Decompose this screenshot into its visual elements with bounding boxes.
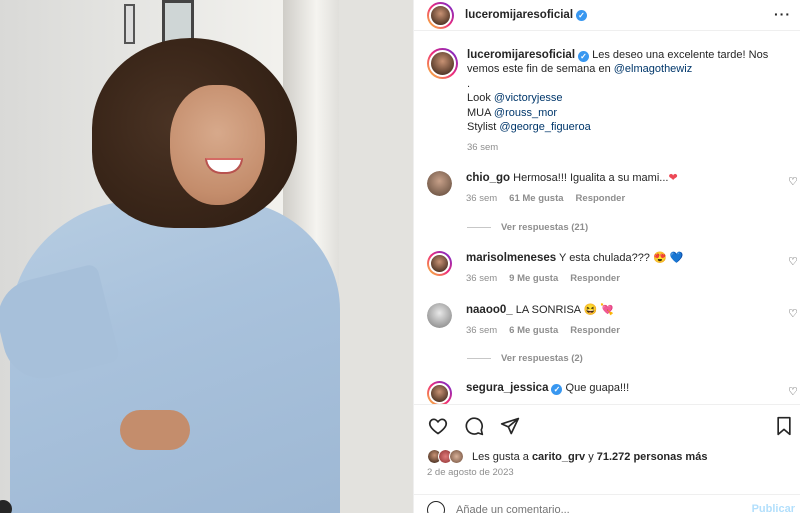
replies-divider [467, 227, 491, 228]
like-heart-icon[interactable] [427, 415, 449, 437]
mua-label: MUA [467, 106, 491, 119]
comment-time[interactable]: 36 sem [466, 192, 497, 206]
author-avatar[interactable] [427, 1, 454, 29]
like-comment-heart-icon[interactable]: ♡ [788, 309, 798, 320]
comment-bubble-icon[interactable] [463, 415, 485, 437]
share-send-icon[interactable] [499, 415, 521, 437]
comment-item: segura_jessica ✓ Que guapa!!! ♡ [427, 381, 800, 404]
look-label: Look [467, 92, 491, 105]
verified-badge-icon: ✓ [551, 384, 563, 395]
verified-badge-icon: ✓ [576, 9, 588, 21]
mua-mention[interactable]: @rouss_mor [494, 107, 557, 119]
wall-frame [124, 4, 135, 44]
look-mention[interactable]: @victoryjesse [494, 92, 563, 104]
liker-username[interactable]: carito_grv [532, 451, 585, 463]
comment-avatar[interactable] [427, 303, 452, 328]
comment-item: chio_go Hermosa!!! Igualita a su mami...… [427, 171, 800, 206]
comment-input[interactable] [456, 504, 736, 513]
comment-avatar[interactable] [427, 381, 452, 404]
stylist-mention[interactable]: @george_figueroa [499, 121, 590, 133]
view-replies-label: Ver respuestas (2) [501, 353, 583, 364]
comment-username[interactable]: marisolmeneses [466, 252, 556, 264]
post-side-panel: luceromijaresoficial ✓ ··· luceromijares… [413, 0, 800, 513]
likes-count[interactable]: 71.272 personas más [597, 451, 708, 463]
comments-list[interactable]: luceromijaresoficial ✓ Les deseo una exce… [414, 31, 800, 404]
likes-summary[interactable]: Les gusta a carito_grv y 71.272 personas… [427, 449, 707, 464]
post-photo[interactable] [0, 0, 413, 513]
post-actions: Les gusta a carito_grv y 71.272 personas… [414, 404, 800, 494]
publish-button[interactable]: Publicar [752, 503, 795, 513]
comment-text: Y esta chulada??? [559, 252, 650, 264]
comment-likes[interactable]: 9 Me gusta [509, 272, 558, 286]
emoji: 😆 💘 [583, 304, 615, 316]
reply-button[interactable]: Responder [570, 272, 620, 286]
caption-avatar[interactable] [427, 48, 458, 79]
comment-username[interactable]: segura_jessica [466, 382, 548, 394]
comment-time[interactable]: 36 sem [466, 324, 497, 338]
comment-time[interactable]: 36 sem [466, 272, 497, 286]
caption-mention[interactable]: @elmagothewiz [614, 63, 692, 75]
comment-avatar[interactable] [427, 251, 452, 276]
emoji: 😍 💙 [653, 252, 684, 264]
red-heart-emoji: ❤ [668, 172, 678, 184]
comment-username[interactable]: naaoo0_ [466, 304, 513, 316]
caption-time[interactable]: 36 sem [467, 141, 787, 155]
comment-likes[interactable]: 6 Me gusta [509, 324, 558, 338]
liker-avatars [427, 449, 464, 464]
author-username[interactable]: luceromijaresoficial [465, 9, 573, 21]
caption-username[interactable]: luceromijaresoficial [467, 49, 575, 61]
instagram-post-view: luceromijaresoficial ✓ ··· luceromijares… [0, 0, 800, 513]
comment-text: Hermosa!!! Igualita a su mami... [513, 172, 669, 184]
hand [120, 410, 190, 450]
reply-button[interactable]: Responder [576, 192, 626, 206]
like-comment-heart-icon[interactable]: ♡ [788, 387, 798, 398]
comment-item: marisolmeneses Y esta chulada??? 😍 💙 36 … [427, 251, 800, 286]
comment-text: Que guapa!!! [565, 382, 630, 394]
post-date[interactable]: 2 de agosto de 2023 [427, 467, 514, 478]
comment-avatar[interactable] [427, 171, 452, 196]
like-comment-heart-icon[interactable]: ♡ [788, 257, 798, 268]
more-options-icon[interactable]: ··· [774, 6, 791, 22]
comment-username[interactable]: chio_go [466, 172, 510, 184]
view-replies-button[interactable]: Ver respuestas (2) [467, 353, 583, 364]
stylist-label: Stylist [467, 121, 497, 134]
comment-item: naaoo0_ LA SONRISA 😆 💘 36 sem 6 Me gusta… [427, 303, 800, 338]
emoji-picker-icon[interactable] [427, 501, 445, 513]
reply-button[interactable]: Responder [570, 324, 620, 338]
wall [339, 0, 413, 513]
likes-mid: y [588, 450, 594, 463]
save-bookmark-icon[interactable] [773, 415, 795, 437]
comment-text: LA SONRISA [515, 304, 581, 316]
post-header: luceromijaresoficial ✓ ··· [414, 0, 800, 31]
liker-avatar [449, 449, 464, 464]
like-comment-heart-icon[interactable]: ♡ [788, 177, 798, 188]
view-replies-label: Ver respuestas (21) [501, 222, 589, 233]
comment-composer: Publicar [414, 494, 800, 513]
face [170, 85, 265, 205]
verified-badge-icon: ✓ [578, 51, 590, 62]
comment-likes[interactable]: 61 Me gusta [509, 192, 563, 206]
replies-divider [467, 358, 491, 359]
post-caption: luceromijaresoficial ✓ Les deseo una exce… [427, 48, 797, 156]
likes-prefix: Les gusta a [472, 450, 529, 463]
view-replies-button[interactable]: Ver respuestas (21) [467, 222, 588, 233]
caption-dot: . [467, 77, 471, 90]
